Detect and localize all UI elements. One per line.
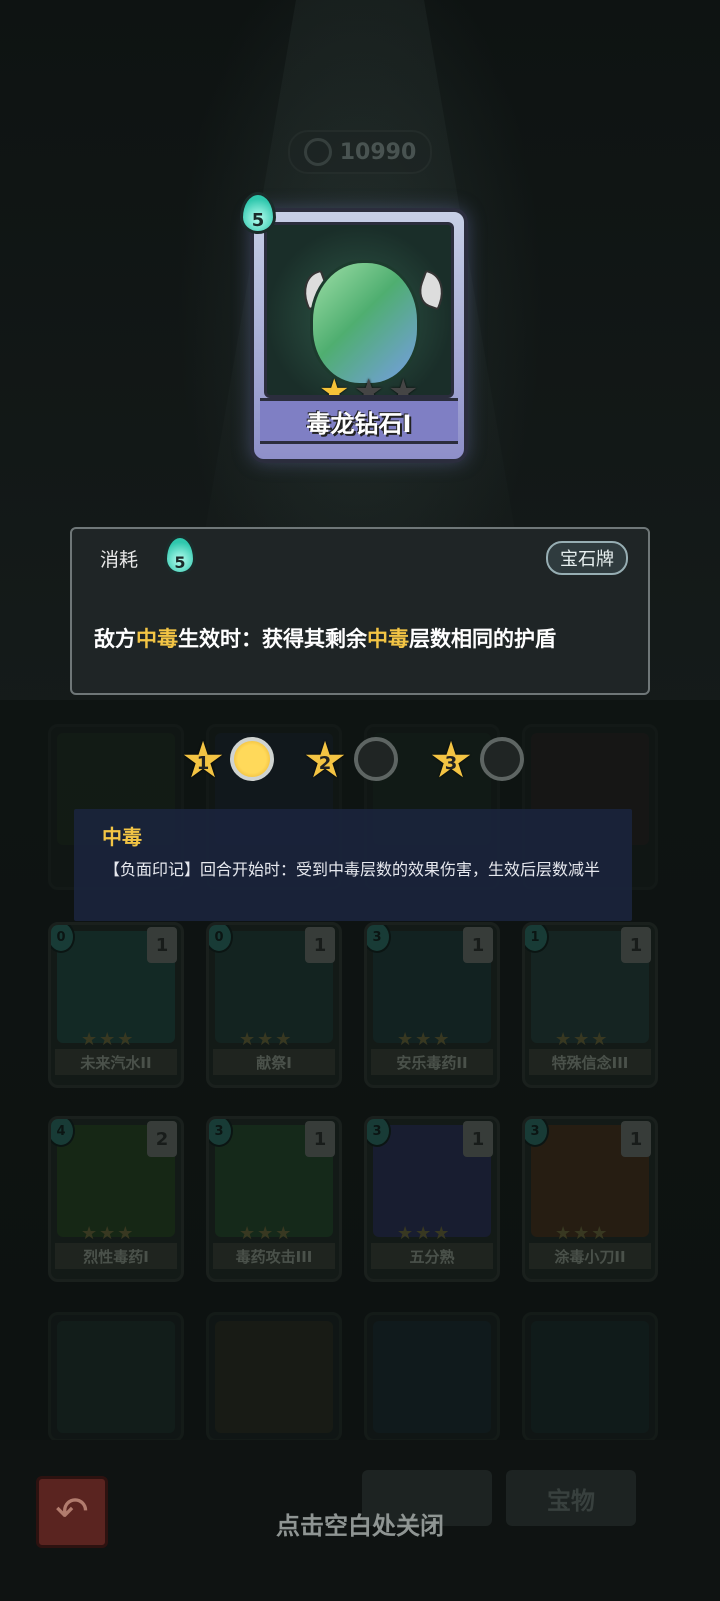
card-art: ★ ★ ★ — [264, 222, 454, 398]
card-type-badge: 宝石牌 — [546, 541, 628, 575]
level-dot-1[interactable] — [230, 737, 274, 781]
tooltip-title: 中毒 — [102, 825, 142, 849]
level-star-icon-1[interactable]: ★ 1 — [180, 735, 226, 785]
level-star-icon-3[interactable]: ★ 3 — [428, 735, 474, 785]
selected-card: ★ ★ ★ 毒龙钻石I — [250, 208, 468, 463]
card-stars: ★ ★ ★ — [319, 372, 419, 398]
star-icon-empty: ★ — [353, 372, 384, 398]
star-icon-empty: ★ — [387, 372, 419, 398]
card-effect-text: 敌方中毒生效时：获得其剩余中毒层数相同的护盾 — [94, 627, 556, 651]
card-name: 毒龙钻石I — [260, 398, 458, 444]
tooltip-body: 【负面印记】回合开始时：受到中毒层数的效果伤害，生效后层数减半 — [104, 860, 601, 879]
level-star-icon-2[interactable]: ★ 2 — [302, 735, 348, 785]
level-dot-2[interactable] — [354, 737, 398, 781]
horn-right — [413, 269, 451, 311]
energy-cost-icon: 5 — [164, 535, 196, 575]
keyword-poison[interactable]: 中毒 — [136, 627, 178, 651]
keyword-tooltip: 中毒 【负面印记】回合开始时：受到中毒层数的效果伤害，生效后层数减半 — [74, 809, 632, 921]
close-hint[interactable]: 点击空白处关闭 — [0, 1506, 720, 1541]
gem-icon — [310, 260, 420, 386]
star-icon-filled: ★ — [319, 372, 350, 398]
level-dot-3[interactable] — [480, 737, 524, 781]
currency-display: 10990 — [288, 130, 432, 174]
currency-icon — [303, 138, 332, 166]
cost-label: 消耗 — [100, 549, 139, 571]
card-description-panel: 消耗 5 宝石牌 敌方中毒生效时：获得其剩余中毒层数相同的护盾 — [70, 527, 650, 695]
energy-cost-icon: 5 — [240, 192, 276, 234]
keyword-poison[interactable]: 中毒 — [367, 627, 409, 651]
upgrade-levels: ★ 1 ★ 2 ★ 3 — [180, 735, 540, 785]
currency-value: 10990 — [339, 139, 417, 165]
